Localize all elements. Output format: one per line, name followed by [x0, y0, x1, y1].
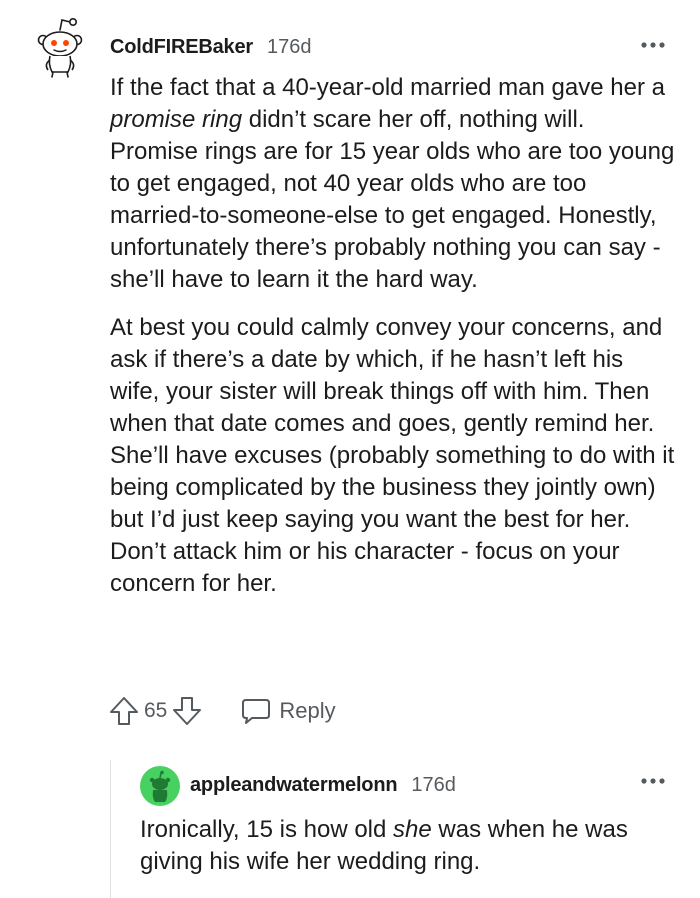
comment-paragraph: At best you could calmly convey your con…	[110, 314, 675, 597]
thread-line[interactable]	[110, 760, 111, 898]
paragraph-text: Ironically, 15 is how old	[140, 816, 394, 843]
more-dots-icon[interactable]	[640, 40, 666, 50]
comment-body: If the fact that a 40-year-old married m…	[110, 72, 676, 600]
reply-label: Reply	[279, 698, 336, 723]
username-link[interactable]: ColdFIREBaker	[110, 36, 253, 59]
emphasis-text: she	[393, 816, 432, 843]
downvote-arrow-icon[interactable]	[171, 695, 203, 727]
comment-meta: ColdFIREBaker 176d	[110, 34, 312, 60]
upvote-arrow-icon[interactable]	[108, 695, 140, 727]
green-snoo-avatar-icon[interactable]	[140, 766, 180, 806]
speech-bubble-icon	[242, 699, 271, 724]
comment-age: 176d	[267, 35, 312, 58]
comment-actions: 65 Reply	[108, 694, 336, 728]
username-link[interactable]: appleandwatermelonn	[190, 774, 398, 797]
reply-body: Ironically, 15 is how old she was when h…	[140, 814, 680, 878]
comment-age: 176d	[411, 773, 456, 796]
more-dots-icon[interactable]	[640, 776, 666, 786]
paragraph-text: If the fact that a 40-year-old married m…	[110, 74, 665, 101]
comment-meta: appleandwatermelonn 176d	[190, 772, 456, 798]
snoo-avatar-icon[interactable]	[34, 16, 86, 78]
comment-paragraph: Ironically, 15 is how old she was when h…	[140, 814, 680, 878]
reply-button[interactable]: Reply	[241, 697, 336, 725]
paragraph-text: didn’t scare her off, nothing will. Prom…	[110, 106, 675, 293]
emphasis-text: promise ring	[110, 106, 243, 133]
comment-paragraph: If the fact that a 40-year-old married m…	[110, 72, 676, 296]
vote-score: 65	[144, 699, 168, 722]
